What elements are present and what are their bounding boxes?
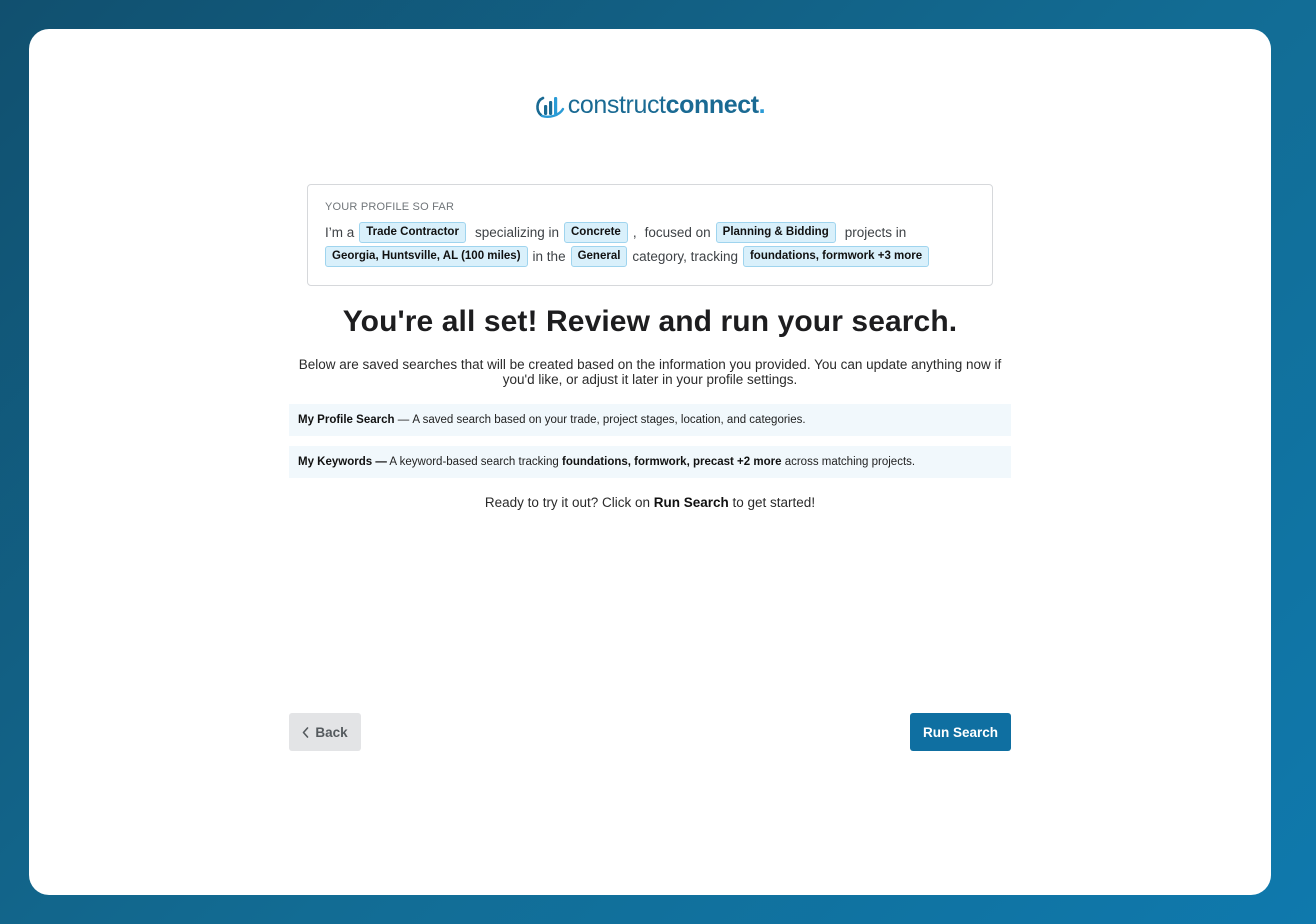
- profile-text: specializing in: [474, 224, 559, 240]
- ready-text: Ready to try it out? Click on: [484, 495, 654, 510]
- profile-summary-line-2: Georgia, Huntsville, AL (100 miles) in t…: [325, 244, 975, 268]
- constructconnect-logo: constructconnect.: [29, 91, 1271, 120]
- profile-text: category, tracking: [632, 248, 738, 264]
- profile-summary-line-1: I’m a Trade Contractor specializing in C…: [325, 220, 975, 244]
- logo-mark-icon: [535, 96, 564, 118]
- saved-search-description: A saved search based on your trade, proj…: [412, 414, 806, 426]
- saved-search-keywords: foundations, formwork, precast +2 more: [561, 456, 782, 468]
- saved-search-profile: My Profile Search — A saved search based…: [289, 404, 1011, 436]
- profile-text: in the: [532, 248, 566, 264]
- saved-search-description: A keyword-based search tracking: [386, 456, 562, 468]
- project-stage-chip[interactable]: Planning & Bidding: [715, 221, 836, 243]
- onboarding-card: constructconnect. YOUR PROFILE SO FAR I’…: [29, 29, 1271, 895]
- ready-prompt: Ready to try it out? Click on Run Search…: [29, 495, 1271, 510]
- keywords-chip[interactable]: foundations, formwork +3 more: [742, 245, 930, 267]
- profile-text: projects in: [844, 224, 907, 240]
- saved-search-description-end: across matching projects.: [781, 456, 916, 468]
- trade-chip[interactable]: Concrete: [563, 221, 628, 243]
- profile-text: I’m a: [325, 224, 355, 240]
- back-button[interactable]: Back: [289, 713, 361, 751]
- page-description: Below are saved searches that will be cr…: [298, 357, 1002, 387]
- saved-search-name: My Keywords —: [298, 456, 387, 468]
- saved-search-name: My Profile Search: [298, 414, 395, 426]
- ready-action: Run Search: [653, 495, 729, 510]
- saved-search-keywords: My Keywords — A keyword-based search tra…: [289, 446, 1011, 478]
- ready-text-end: to get started!: [728, 495, 816, 510]
- role-chip[interactable]: Trade Contractor: [359, 221, 466, 243]
- logo-wordmark: constructconnect.: [567, 91, 766, 119]
- profile-text: focused on: [644, 224, 711, 240]
- run-search-button[interactable]: Run Search: [910, 713, 1011, 751]
- category-chip[interactable]: General: [570, 245, 628, 267]
- location-chip[interactable]: Georgia, Huntsville, AL (100 miles): [325, 245, 528, 267]
- chevron-left-icon: [303, 726, 309, 738]
- profile-summary-heading: YOUR PROFILE SO FAR: [325, 201, 455, 213]
- back-button-label: Back: [315, 724, 348, 740]
- profile-text: ,: [632, 224, 637, 240]
- page-title: You're all set! Review and run your sear…: [342, 305, 958, 338]
- saved-search-separator: —: [394, 414, 413, 426]
- profile-summary-box: YOUR PROFILE SO FAR I’m a Trade Contract…: [307, 184, 993, 286]
